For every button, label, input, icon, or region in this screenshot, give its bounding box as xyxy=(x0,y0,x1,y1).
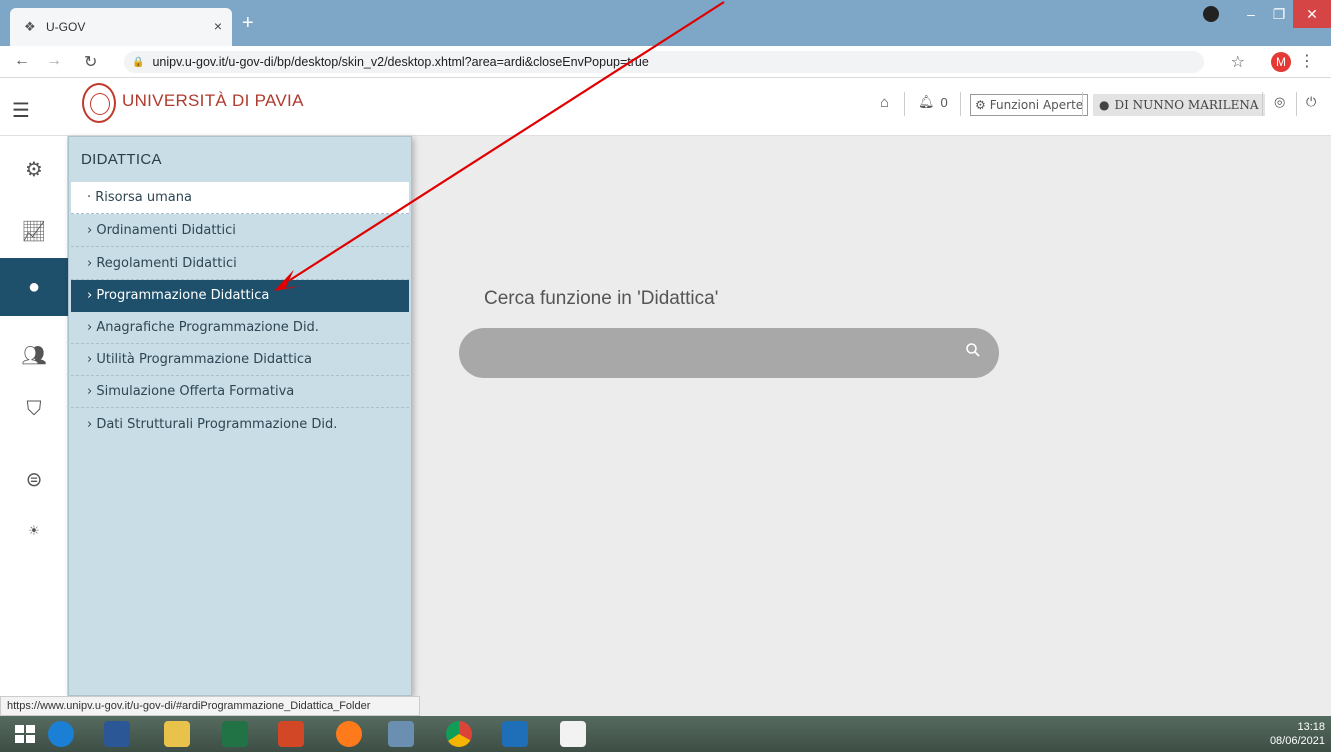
extension-icon[interactable] xyxy=(1203,6,1219,22)
university-logo-text: UNIVERSITÀ DI PAVIA xyxy=(122,91,304,110)
powerpoint-icon[interactable] xyxy=(278,721,304,747)
menu-item-simulazione-offerta[interactable]: › Simulazione Offerta Formativa xyxy=(71,376,409,408)
clock-date: 08/06/2021 xyxy=(1269,735,1325,747)
hamburger-menu-icon[interactable]: ☰ xyxy=(12,98,30,123)
menu-item-dati-strutturali[interactable]: › Dati Strutturali Programmazione Did. xyxy=(71,408,409,440)
chrome-icon[interactable] xyxy=(446,721,472,747)
app-window-icon[interactable] xyxy=(388,721,414,747)
rail-shield-check-icon[interactable]: ⛉ xyxy=(0,380,68,438)
menu-item-ordinamenti-didattici[interactable]: › Ordinamenti Didattici xyxy=(71,215,409,247)
menu-item-regolamenti-didattici[interactable]: › Regolamenti Didattici xyxy=(71,248,409,280)
search-input[interactable] xyxy=(479,338,959,368)
notifications-count: 0 xyxy=(940,94,948,110)
tab-title: U-GOV xyxy=(46,20,86,34)
header-divider xyxy=(904,92,905,116)
rail-settings-gears-icon[interactable]: ⚙ xyxy=(0,140,68,198)
search-label: Cerca funzione in 'Didattica' xyxy=(484,288,719,309)
restore-icon[interactable]: ❐ xyxy=(1265,0,1293,28)
gear-icon: ⚙ xyxy=(975,98,986,112)
didattica-menu-panel: DIDATTICA · Risorsa umana › Ordinamenti … xyxy=(68,136,412,696)
clock-time: 13:18 xyxy=(1297,721,1325,733)
new-tab-button[interactable]: + xyxy=(242,12,254,35)
file-explorer-icon[interactable] xyxy=(164,721,190,747)
browser-menu-icon[interactable]: ⋮ xyxy=(1299,51,1315,71)
funzioni-aperte-button[interactable]: ⚙ Funzioni Aperte xyxy=(970,94,1089,116)
user-circle-icon: ● xyxy=(1099,98,1110,112)
menu-item-utilita-programmazione[interactable]: › Utilità Programmazione Didattica xyxy=(71,344,409,376)
status-link-preview: https://www.unipv.u-gov.it/u-gov-di/#ard… xyxy=(0,696,420,716)
minimize-icon[interactable]: – xyxy=(1237,0,1265,28)
bell-icon: 🔔︎ xyxy=(918,94,935,109)
user-menu-button[interactable]: ● DI NUNNO MARILENA xyxy=(1093,94,1265,116)
forward-icon[interactable]: → xyxy=(46,52,62,70)
app-header: ☰ UNIVERSITÀ DI PAVIA ⌂ 🔔︎ 0 ⚙ Funzioni … xyxy=(0,78,1331,136)
window-close-icon[interactable]: ✕ xyxy=(1293,0,1331,28)
help-lifebuoy-icon[interactable]: ◎ xyxy=(1274,94,1285,110)
rail-didattica-head-icon[interactable]: ● xyxy=(0,258,68,316)
url-field[interactable]: 🔒 unipv.u-gov.it/u-gov-di/bp/desktop/ski… xyxy=(124,51,1204,73)
rail-users-icon[interactable]: 👥︎ xyxy=(0,326,68,384)
search-icon[interactable] xyxy=(965,342,981,358)
menu-title: DIDATTICA xyxy=(81,151,162,168)
power-logout-icon[interactable]: ⏻ xyxy=(1306,94,1316,110)
user-name: DI NUNNO MARILENA xyxy=(1114,98,1259,112)
header-divider xyxy=(1296,92,1297,116)
browser-tab-bar: ❖ U-GOV × + – ❐ ✕ xyxy=(0,0,1331,46)
bookmark-star-icon[interactable]: ☆ xyxy=(1231,52,1245,72)
windows-start-icon[interactable] xyxy=(12,721,38,747)
rail-analytics-chart-icon[interactable]: 📈︎ xyxy=(0,202,68,260)
address-bar-row: ← → ↻ 🔒 unipv.u-gov.it/u-gov-di/bp/deskt… xyxy=(0,46,1331,78)
header-divider xyxy=(1262,92,1263,116)
browser-tab[interactable]: ❖ U-GOV × xyxy=(10,8,232,46)
notifications[interactable]: 🔔︎ 0 xyxy=(918,94,948,110)
window-controls: – ❐ ✕ xyxy=(1237,0,1331,28)
header-divider xyxy=(1082,92,1083,116)
internet-explorer-icon[interactable] xyxy=(48,721,74,747)
home-icon[interactable]: ⌂ xyxy=(880,94,889,111)
header-divider xyxy=(960,92,961,116)
acrobat-icon[interactable] xyxy=(560,721,586,747)
url-text: unipv.u-gov.it/u-gov-di/bp/desktop/skin_… xyxy=(152,55,649,69)
ugov-favicon-icon: ❖ xyxy=(24,19,36,34)
search-box xyxy=(459,328,999,378)
module-rail: ⚙ 📈︎ ● 👥︎ ⛉ ⊜ ☀ xyxy=(0,136,68,696)
menu-item-programmazione-didattica[interactable]: › Programmazione Didattica xyxy=(71,280,409,312)
profile-avatar[interactable]: M xyxy=(1271,52,1291,72)
university-seal-logo xyxy=(82,83,116,123)
rail-toggle-icon[interactable]: ⊜ xyxy=(0,450,68,508)
delta-app-icon[interactable] xyxy=(502,721,528,747)
menu-item-anagrafiche-programmazione[interactable]: › Anagrafiche Programmazione Did. xyxy=(71,312,409,344)
rail-iris-icon[interactable]: ☀ xyxy=(0,502,68,560)
menu-item-risorsa-umana[interactable]: · Risorsa umana xyxy=(71,182,409,214)
word-icon[interactable] xyxy=(104,721,130,747)
windows-taskbar: 13:18 08/06/2021 xyxy=(0,716,1331,752)
tab-close-icon[interactable]: × xyxy=(214,18,222,34)
system-tray-clock[interactable]: 13:18 08/06/2021 xyxy=(1270,720,1325,748)
funzioni-aperte-label: Funzioni Aperte xyxy=(989,98,1084,112)
back-icon[interactable]: ← xyxy=(14,52,30,70)
lock-icon: 🔒 xyxy=(132,56,145,68)
excel-icon[interactable] xyxy=(222,721,248,747)
firefox-icon[interactable] xyxy=(336,721,362,747)
reload-icon[interactable]: ↻ xyxy=(84,52,97,72)
